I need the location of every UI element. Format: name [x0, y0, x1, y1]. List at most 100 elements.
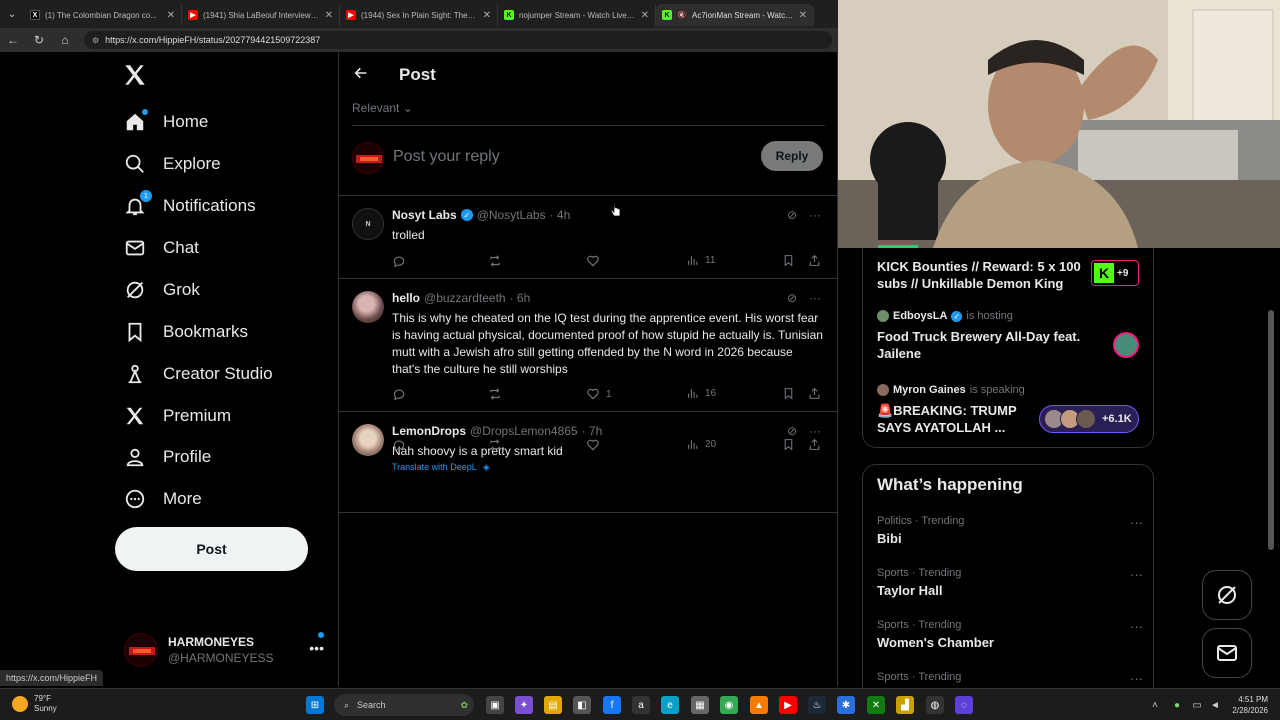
views-icon[interactable]: 16	[686, 387, 716, 400]
browser-tab[interactable]: ▶ (1944) Sex In Plain Sight: The Figu ✕	[340, 4, 498, 26]
close-tab-icon[interactable]: ✕	[167, 10, 175, 21]
browser-tab-active[interactable]: K 🔇 Ac7ionMan Stream - Watch Li ✕	[656, 4, 814, 26]
browser-tab[interactable]: X (1) The Colombian Dragon co... ✕	[24, 4, 182, 26]
mic-icon[interactable]: ●	[1168, 696, 1186, 714]
reply-icon[interactable]	[392, 387, 406, 401]
close-tab-icon[interactable]: ✕	[325, 10, 333, 21]
space-item[interactable]: EdboysLA ✓ is hosting Food Truck Brewery…	[877, 310, 1147, 362]
bookmark-icon[interactable]	[782, 254, 795, 267]
app-icon[interactable]: ✱	[837, 696, 855, 714]
grok-floating-button[interactable]	[1202, 570, 1252, 620]
views-icon[interactable]: 11	[686, 254, 715, 267]
copilot-icon[interactable]: ✦	[515, 696, 533, 714]
x-logo-icon[interactable]	[122, 62, 148, 95]
page-scrollbar[interactable]	[1268, 310, 1274, 550]
back-arrow-icon[interactable]	[353, 65, 369, 86]
calculator-icon[interactable]: ▦	[691, 696, 709, 714]
system-clock[interactable]: 4:51 PM 2/28/2026	[1224, 694, 1268, 716]
author-name[interactable]: Nosyt Labs	[392, 208, 457, 222]
more-horizontal-icon[interactable]: ···	[1130, 567, 1143, 582]
trend-item[interactable]: Sports · Trending Women's Chamber ···	[877, 619, 1143, 650]
trend-item[interactable]: Politics · Trending Bibi ···	[877, 515, 1143, 546]
author-name[interactable]: LemonDrops	[392, 424, 466, 438]
nav-profile[interactable]: Profile	[124, 437, 211, 477]
store-icon[interactable]: ◧	[573, 696, 591, 714]
browser-tab[interactable]: ▶ (1941) Shia LaBeouf Interview - Yo ✕	[182, 4, 340, 26]
avatar[interactable]	[352, 291, 384, 323]
reply-icon[interactable]	[392, 254, 406, 268]
chrome-icon[interactable]: ◉	[720, 696, 738, 714]
account-switcher[interactable]: HARMONEYES @HARMONEYESS •••	[124, 630, 334, 670]
repost-icon[interactable]	[488, 438, 502, 452]
xbox-icon[interactable]: ✕	[867, 696, 885, 714]
sort-replies-dropdown[interactable]: Relevant ⌄	[352, 101, 413, 115]
post-time[interactable]: · 7h	[582, 424, 603, 438]
amazon-icon[interactable]: a	[632, 696, 650, 714]
reply-button[interactable]: Reply	[761, 141, 823, 171]
nav-bookmarks[interactable]: Bookmarks	[124, 312, 248, 352]
nav-explore[interactable]: Explore	[124, 144, 221, 184]
author-handle[interactable]: @DropsLemon4865	[470, 424, 578, 438]
weather-widget[interactable]: 79°F Sunny	[12, 694, 57, 714]
post-time[interactable]: · 6h	[510, 291, 531, 305]
obs-icon[interactable]: ◍	[926, 696, 944, 714]
tray-chevron-up-icon[interactable]: ˄	[1146, 696, 1164, 714]
more-horizontal-icon[interactable]: ···	[1130, 515, 1143, 530]
youtube-icon[interactable]: ▶	[779, 696, 797, 714]
reply-post[interactable]: hello @buzzardteeth · 6h ⊘ ··· This is w…	[339, 279, 837, 411]
space-listeners[interactable]: K +9	[1091, 260, 1139, 286]
grok-icon[interactable]: ⊘	[787, 208, 797, 222]
steam-icon[interactable]: ♨	[808, 696, 826, 714]
reply-post[interactable]: LemonDrops @DropsLemon4865 · 7h ⊘ ··· Na…	[339, 412, 837, 512]
bookmark-icon[interactable]	[782, 387, 795, 400]
back-arrow-icon[interactable]: ←	[6, 33, 20, 47]
post-time[interactable]: · 4h	[550, 208, 571, 222]
author-handle[interactable]: @NosytLabs	[477, 208, 546, 222]
share-icon[interactable]	[808, 387, 821, 400]
vlc-icon[interactable]: ▲	[750, 696, 768, 714]
edge-icon[interactable]: e	[661, 696, 679, 714]
browser-tab[interactable]: K nojumper Stream - Watch Live on ✕	[498, 4, 656, 26]
taskbar-search[interactable]: ⌕ Search ✿	[334, 694, 474, 716]
share-icon[interactable]	[808, 254, 821, 267]
home-icon[interactable]: ⌂	[58, 33, 72, 47]
volume-icon[interactable]: ◄	[1206, 696, 1224, 714]
close-tab-icon[interactable]: ✕	[641, 10, 649, 21]
nav-grok[interactable]: Grok	[124, 270, 200, 310]
repost-icon[interactable]	[488, 254, 502, 268]
task-view-icon[interactable]: ▣	[486, 696, 504, 714]
nav-more[interactable]: More	[124, 479, 202, 519]
site-info-icon[interactable]: ⚙	[92, 36, 99, 45]
nav-premium[interactable]: Premium	[124, 396, 231, 436]
grok-icon[interactable]: ⊘	[787, 424, 797, 438]
reload-icon[interactable]: ↻	[32, 33, 46, 47]
space-listeners[interactable]: +6.1K	[1039, 405, 1139, 433]
views-icon[interactable]: 20	[686, 438, 716, 451]
tab-list-chevron-icon[interactable]: ⌄	[0, 0, 24, 28]
facebook-icon[interactable]: f	[603, 696, 621, 714]
bookmark-icon[interactable]	[782, 438, 795, 451]
like-icon[interactable]	[586, 438, 606, 452]
reply-post[interactable]: N Nosyt Labs ✓ @NosytLabs · 4h ⊘ ··· tro…	[339, 196, 837, 278]
more-horizontal-icon[interactable]: ···	[1130, 619, 1143, 634]
speaker-muted-icon[interactable]: 🔇	[677, 10, 687, 20]
like-icon[interactable]	[586, 254, 606, 268]
app-icon[interactable]: ◌	[955, 696, 973, 714]
close-tab-icon[interactable]: ✕	[483, 10, 491, 21]
more-horizontal-icon[interactable]: ···	[1130, 671, 1143, 686]
more-horizontal-icon[interactable]: •••	[309, 640, 324, 656]
url-field[interactable]: ⚙ https://x.com/HippieFH/status/20277944…	[84, 31, 832, 49]
repost-icon[interactable]	[488, 387, 502, 401]
avatar[interactable]: N	[352, 208, 384, 240]
file-explorer-icon[interactable]: ▤	[544, 696, 562, 714]
messages-floating-button[interactable]	[1202, 628, 1252, 678]
post-button[interactable]: Post	[115, 527, 308, 571]
close-tab-icon[interactable]: ✕	[799, 10, 807, 21]
translate-link[interactable]: Translate with DeepL ◈	[392, 462, 490, 473]
network-icon[interactable]: ▭	[1188, 696, 1206, 714]
nav-chat[interactable]: Chat	[124, 228, 199, 268]
more-horizontal-icon[interactable]: ···	[809, 208, 821, 222]
reply-input[interactable]: Post your reply	[393, 148, 500, 166]
app-icon[interactable]: ▟	[896, 696, 914, 714]
nav-home[interactable]: Home	[124, 102, 208, 142]
